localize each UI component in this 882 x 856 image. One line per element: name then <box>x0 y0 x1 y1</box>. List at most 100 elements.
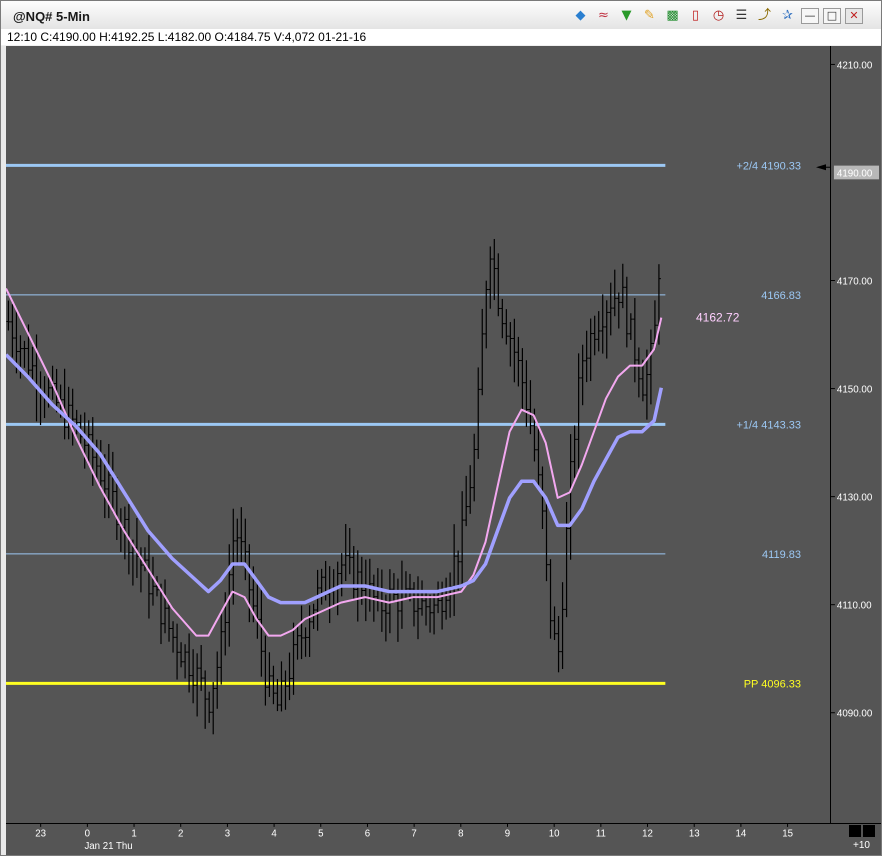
ohlc-bar <box>624 276 629 348</box>
ohlc-bar <box>175 623 180 680</box>
ohlc-bar <box>520 348 525 410</box>
funnel-icon[interactable]: ▼ <box>617 7 636 25</box>
ohlc-bar <box>460 491 465 588</box>
x-tick-label: 12 <box>642 829 653 840</box>
level-label-1: 4166.83 <box>761 290 801 302</box>
ohlc-bar <box>536 425 541 486</box>
ohlc-bar <box>496 253 501 317</box>
x-tick-label: 13 <box>689 829 700 840</box>
close-button[interactable]: ✕ <box>845 8 863 24</box>
pin-icon[interactable]: ✰ <box>778 7 797 25</box>
ohlc-bar <box>600 294 605 354</box>
ohlc-bar <box>508 322 513 367</box>
ohlc-bar <box>114 477 119 540</box>
ohlc-bar <box>66 386 71 440</box>
ohlc-bar <box>480 308 485 396</box>
x-tick-label: 10 <box>549 829 560 840</box>
pencil-icon[interactable]: ✎ <box>640 7 659 25</box>
ohlc-bar <box>110 451 115 513</box>
ohlc-bar <box>295 625 300 660</box>
ohlc-bar <box>307 605 312 657</box>
gauge-icon[interactable]: ◷ <box>709 7 728 25</box>
ohlc-bar <box>428 594 433 633</box>
ohlc-bar <box>98 440 103 491</box>
ohlc-bar <box>315 569 320 631</box>
ohlc-bar <box>403 571 408 600</box>
ohlc-bars <box>6 238 661 735</box>
ohlc-bar <box>171 621 176 653</box>
candlestick-icon[interactable]: ▯ <box>686 7 705 25</box>
toolbar: ◆ ≈ ▼ ✎ ▩ ▯ ◷ ☰ ⤴ ✰ — □ ✕ <box>571 7 863 27</box>
ohlc-bar <box>488 246 493 309</box>
zoom-out-button[interactable] <box>849 825 861 837</box>
price-axis[interactable]: 4210.00 4170.00 4150.00 4130.00 4110.00 4090.… <box>830 46 881 823</box>
x-tick-label: 0 <box>85 829 90 840</box>
ohlc-bar <box>616 292 621 329</box>
rainbow-icon[interactable]: ≈ <box>594 7 613 25</box>
x-tick-label: 4 <box>271 829 277 840</box>
ohlc-bar <box>391 573 396 603</box>
ohlc-bar <box>235 518 240 566</box>
ohlc-bar <box>648 329 653 405</box>
ohlc-bar <box>163 579 168 634</box>
ohlc-bar <box>464 475 469 527</box>
ohlc-bar <box>476 367 481 459</box>
ohlc-bar <box>211 682 216 735</box>
ohlc-bar <box>30 346 35 381</box>
plus-ten-label[interactable]: +10 <box>853 840 870 851</box>
y-tick-label: 4170.00 <box>837 276 873 287</box>
x-date-label: Jan 21 Thu <box>84 841 132 852</box>
ohlc-bar <box>263 635 268 706</box>
ohlc-bar <box>596 311 601 352</box>
ohlc-bar <box>243 518 248 581</box>
ohlc-bar <box>560 582 565 669</box>
ohlc-bar <box>444 577 449 620</box>
ohlc-bar <box>279 661 284 712</box>
ohlc-bar <box>191 649 196 704</box>
ohlc-bar <box>267 652 272 697</box>
ohlc-bar <box>524 360 529 427</box>
ohlc-bar <box>167 601 172 642</box>
y-tick-label: 4210.00 <box>837 60 873 71</box>
x-tick-label: 8 <box>458 829 463 840</box>
minimize-button[interactable]: — <box>801 8 819 24</box>
ohlc-bar <box>556 615 561 673</box>
bar-chart-icon[interactable]: ▩ <box>663 7 682 25</box>
x-tick-label: 23 <box>35 829 46 840</box>
ohlc-bar <box>179 642 184 668</box>
x-tick-label: 3 <box>225 829 230 840</box>
ohlc-bar <box>608 282 613 336</box>
restore-button[interactable]: □ <box>823 8 841 24</box>
time-axis[interactable]: 23 0 1 2 3 4 5 6 7 8 9 10 11 12 13 14 15Jan 21 Thu <box>6 823 881 855</box>
zoom-in-button[interactable] <box>863 825 875 837</box>
level-label-0: +2/4 4190.33 <box>736 160 801 172</box>
ohlc-bar <box>347 527 352 575</box>
ohlc-bar <box>94 439 99 479</box>
cube-tool-icon[interactable]: ◆ <box>571 7 590 25</box>
ohlc-bar <box>492 238 497 301</box>
ohlc-bar <box>620 263 625 309</box>
ohlc-bar <box>38 371 43 426</box>
ohlc-bar <box>219 611 224 685</box>
ohlc-bar <box>327 566 332 624</box>
level-labels: +2/4 4190.33 4166.83 +1/4 4143.33 4119.83 PP… <box>696 160 830 690</box>
title-bar[interactable]: @NQ# 5-Min ◆ ≈ ▼ ✎ ▩ ▯ ◷ ☰ ⤴ ✰ — □ ✕ <box>1 1 881 31</box>
checklist-icon[interactable]: ☰ <box>732 7 751 25</box>
x-tick-label: 11 <box>596 829 606 840</box>
draw-line-icon[interactable]: ⤴ <box>755 7 774 25</box>
ohlc-bar <box>500 298 505 339</box>
price-plot[interactable]: +2/4 4190.33 4166.83 +1/4 4143.33 4119.83 PP… <box>6 46 830 823</box>
ohlc-bar <box>604 300 609 359</box>
y-tick-label: 4090.00 <box>837 709 873 720</box>
y-tick-label: 4110.00 <box>837 601 872 612</box>
last-price-label: 4190.00 <box>837 168 873 179</box>
ohlc-bar <box>259 589 264 677</box>
ohlc-bar <box>343 523 348 582</box>
level-label-3: 4119.83 <box>762 549 801 561</box>
x-tick-label: 6 <box>365 829 370 840</box>
x-tick-label: 14 <box>736 829 747 840</box>
ohlc-bar <box>580 344 585 406</box>
ohlc-bar <box>584 330 589 383</box>
window-title: @NQ# 5-Min <box>13 9 90 24</box>
ohlc-info-bar: 12:10 C:4190.00 H:4192.25 L:4182.00 O:41… <box>1 29 881 45</box>
